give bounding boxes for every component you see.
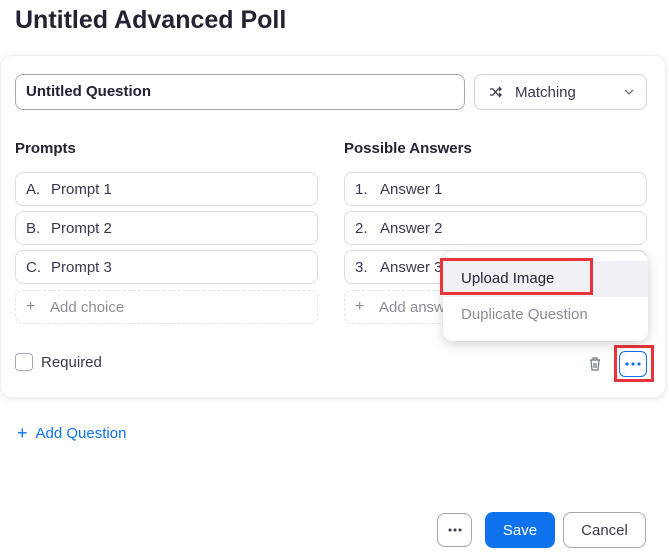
cancel-button[interactable]: Cancel [563, 512, 646, 548]
plus-icon: + [26, 298, 36, 315]
ellipsis-icon [625, 362, 641, 366]
upload-image-menu-item[interactable]: Upload Image [443, 261, 648, 297]
prompt-choice[interactable]: A. Prompt 1 [15, 172, 318, 206]
choice-label: Answer 2 [380, 219, 443, 237]
prompt-choice[interactable]: C. Prompt 3 [15, 250, 318, 284]
choice-index: C. [26, 258, 41, 276]
add-answer-label: Add answ [379, 298, 445, 316]
add-prompt-button[interactable]: + Add choice [15, 290, 318, 324]
add-question-label: Add Question [35, 424, 127, 442]
ellipsis-icon [448, 528, 461, 532]
add-choice-label: Add choice [50, 298, 125, 316]
question-type-label: Matching [515, 83, 576, 101]
choice-index: 3. [355, 258, 368, 276]
question-type-select[interactable]: Matching [474, 74, 647, 110]
choice-index: A. [26, 180, 41, 198]
choice-label: Answer 3 [380, 258, 443, 276]
duplicate-question-menu-item[interactable]: Duplicate Question [443, 297, 648, 333]
required-label: Required [41, 353, 102, 371]
chevron-down-icon [624, 89, 634, 95]
question-more-button[interactable] [619, 351, 647, 377]
plus-icon: + [355, 298, 365, 315]
choice-label: Answer 1 [380, 180, 443, 198]
answer-choice[interactable]: 2. Answer 2 [344, 211, 647, 245]
trash-icon[interactable] [588, 356, 602, 372]
answers-heading: Possible Answers [344, 140, 472, 157]
answer-choice[interactable]: 1. Answer 1 [344, 172, 647, 206]
choice-label: Prompt 3 [51, 258, 112, 276]
choice-index: 2. [355, 219, 368, 237]
choice-label: Prompt 1 [51, 180, 112, 198]
more-options-menu: Upload Image Duplicate Question [443, 252, 648, 341]
save-button[interactable]: Save [485, 512, 555, 548]
add-question-button[interactable]: + Add Question [17, 424, 126, 442]
prompts-heading: Prompts [15, 140, 76, 157]
required-toggle[interactable]: Required [15, 353, 102, 371]
choice-index: B. [26, 219, 41, 237]
choice-index: 1. [355, 180, 368, 198]
poll-title: Untitled Advanced Poll [15, 6, 287, 34]
shuffle-icon [490, 86, 502, 98]
plus-icon: + [17, 423, 28, 443]
footer-more-button[interactable] [437, 513, 472, 547]
required-checkbox[interactable] [15, 353, 33, 371]
choice-label: Prompt 2 [51, 219, 112, 237]
question-title-input[interactable]: Untitled Question [15, 74, 465, 110]
prompt-choice[interactable]: B. Prompt 2 [15, 211, 318, 245]
